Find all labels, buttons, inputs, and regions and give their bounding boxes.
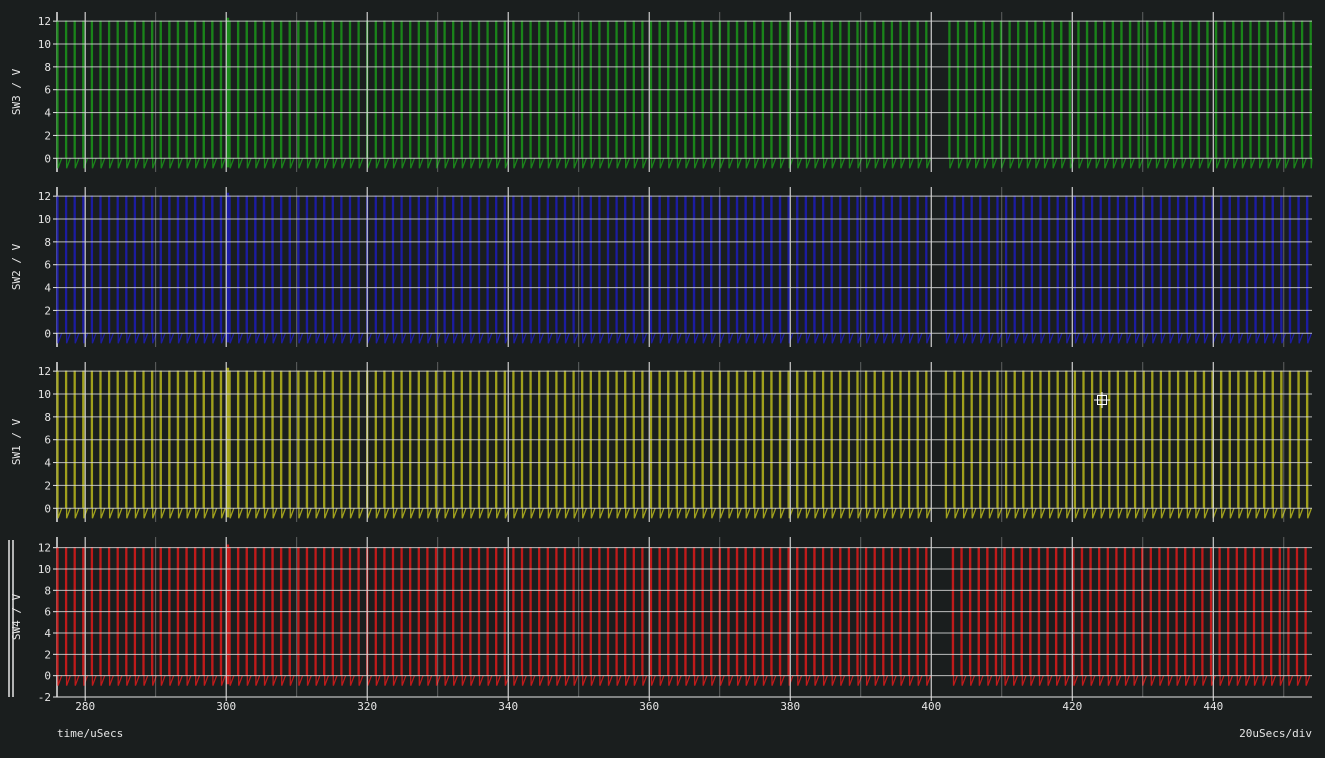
x-tick-label: 280	[75, 700, 95, 713]
y-tick-label: 4	[44, 627, 51, 640]
x-tick-label: 440	[1203, 700, 1223, 713]
x-axis-label: time/uSecs	[57, 727, 124, 740]
y-tick-label: 4	[44, 457, 51, 470]
y-tick-label: 2	[44, 648, 51, 661]
y-tick-label: 2	[44, 304, 51, 317]
y-tick-label: 10	[38, 38, 51, 51]
y-tick-label: 6	[44, 606, 51, 619]
x-tick-label: 420	[1062, 700, 1082, 713]
x-tick-label: 400	[921, 700, 941, 713]
y-tick-label: 8	[44, 584, 51, 597]
x-tick-label: 340	[498, 700, 518, 713]
y-tick-label: -2	[38, 691, 51, 704]
x-tick-label: 320	[357, 700, 377, 713]
y-tick-label: 6	[44, 259, 51, 272]
y-tick-label: 12	[38, 542, 51, 555]
y-tick-label: 0	[44, 152, 51, 165]
y-tick-label: 12	[38, 365, 51, 378]
x-tick-label: 300	[216, 700, 236, 713]
y-tick-label: 0	[44, 502, 51, 515]
y-tick-label: 10	[38, 213, 51, 226]
timebase-label: 20uSecs/div	[1239, 727, 1312, 740]
y-tick-label: 12	[38, 15, 51, 28]
x-tick-label: 380	[780, 700, 800, 713]
y-tick-label: 8	[44, 61, 51, 74]
y-axis-label: SW2 / V	[10, 243, 23, 290]
y-axis-label: SW4 / V	[10, 593, 23, 640]
y-tick-label: 6	[44, 84, 51, 97]
y-tick-label: 12	[38, 190, 51, 203]
oscilloscope-display: 0 2 4 6 8 10 12 SW3 / V 0 2 4 6 8 10 12 SW2 / V 0 2 4 6 8 10 1…	[0, 0, 1325, 758]
y-tick-label: 4	[44, 282, 51, 295]
y-axis-label: SW3 / V	[10, 68, 23, 115]
y-tick-label: 0	[44, 327, 51, 340]
y-tick-label: 8	[44, 411, 51, 424]
y-tick-label: 6	[44, 434, 51, 447]
y-tick-label: 2	[44, 479, 51, 492]
y-tick-label: 0	[44, 670, 51, 683]
y-tick-label: 8	[44, 236, 51, 249]
y-tick-label: 10	[38, 563, 51, 576]
y-tick-label: 10	[38, 388, 51, 401]
x-tick-label: 360	[639, 700, 659, 713]
y-axis-label: SW1 / V	[10, 418, 23, 465]
y-tick-label: 2	[44, 129, 51, 142]
y-tick-label: 4	[44, 107, 51, 120]
